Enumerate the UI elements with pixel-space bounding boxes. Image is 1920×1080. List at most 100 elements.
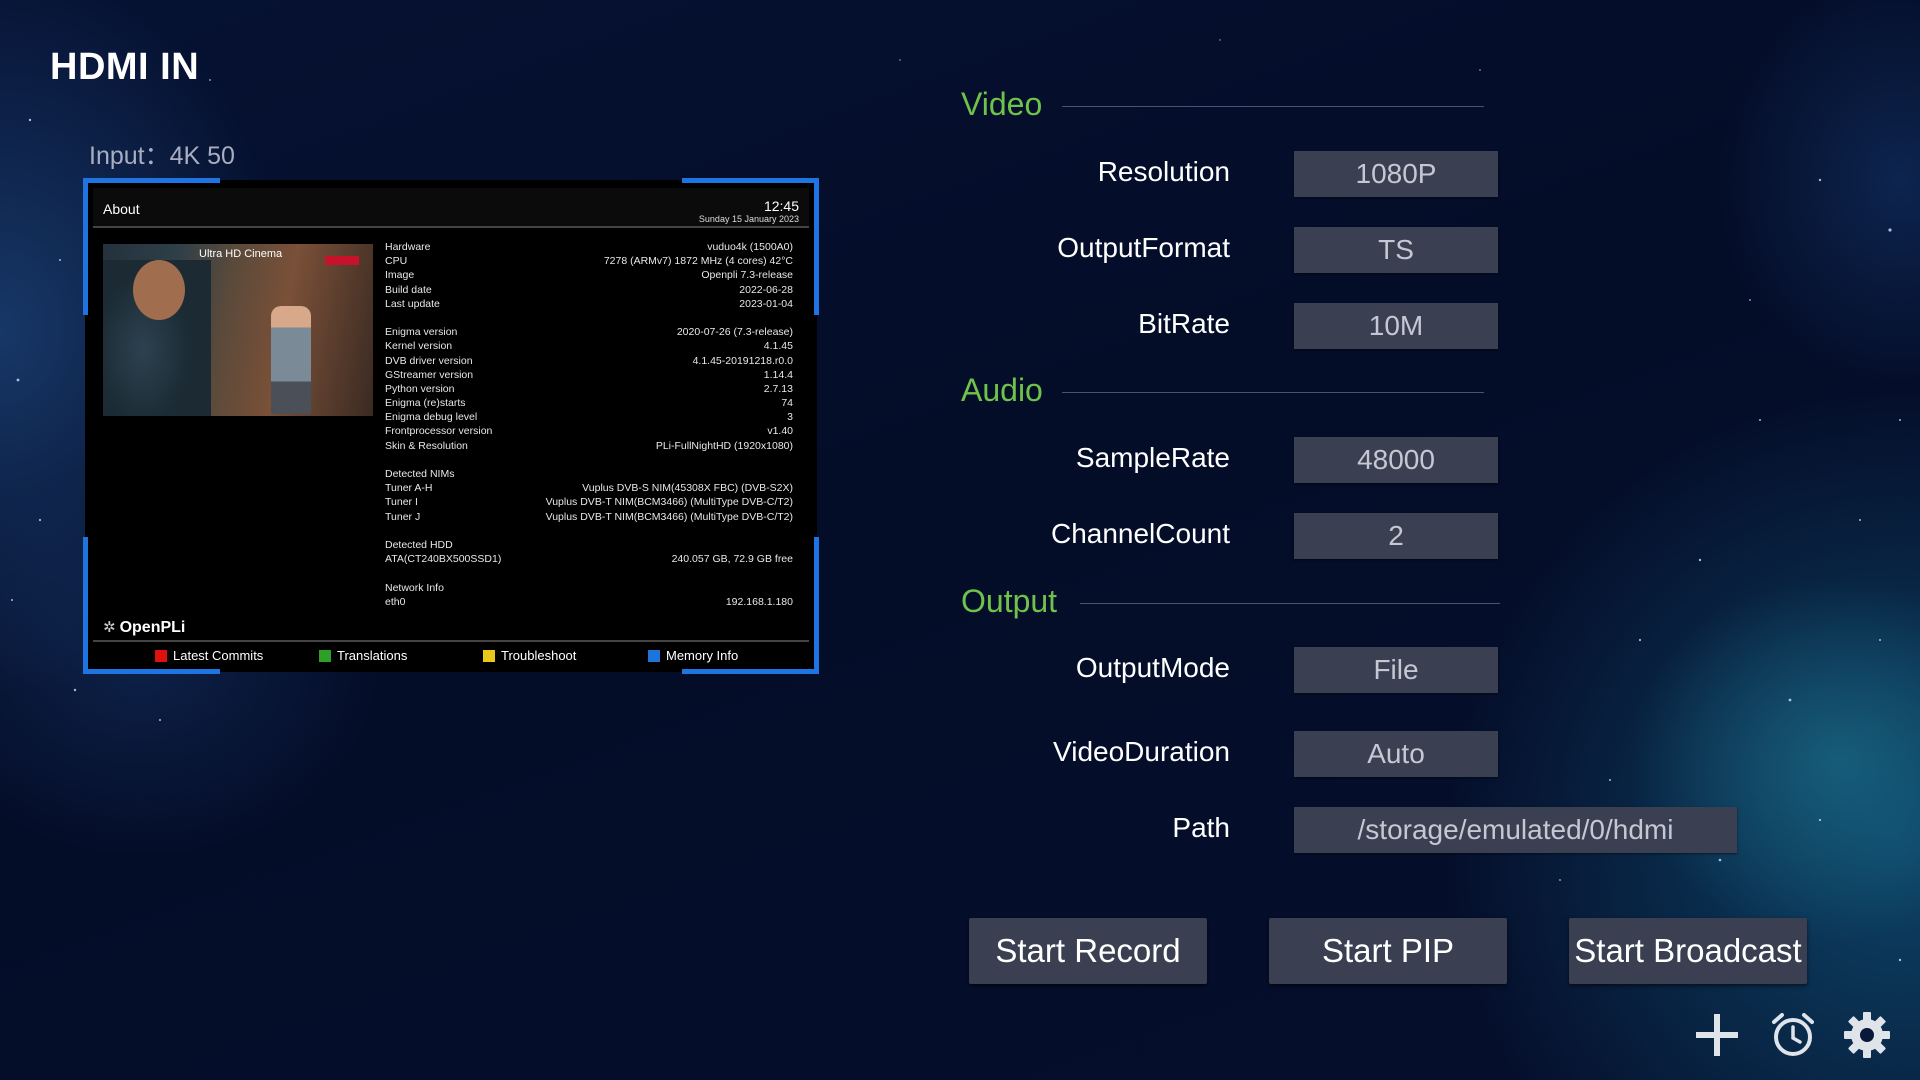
osd-info-key: Kernel version (385, 340, 453, 353)
input-status-label: Input：4K 50 (89, 142, 235, 170)
osd-info-key: Skin & Resolution (385, 439, 468, 452)
openpli-logo: ✲ OpenPLi (103, 619, 186, 636)
osd-info-value: 74 (781, 397, 793, 410)
section-divider (1080, 603, 1500, 604)
resolution-selector[interactable]: 1080P (1294, 151, 1498, 197)
osd-info-row: Detected NIMs (385, 467, 793, 481)
bitrate-label: BitRate (1138, 308, 1230, 339)
sample-rate-selector[interactable]: 48000 (1294, 437, 1498, 483)
osd-info-value: Vuplus DVB-T NIM(BCM3466) (MultiType DVB… (545, 496, 793, 509)
osd-info-value: PLi-FullNightHD (1920x1080) (655, 439, 793, 452)
osd-info-key: Detected HDD (385, 538, 453, 551)
app-title: HDMI IN (50, 46, 200, 88)
osd-info-value: vuduo4k (1500A0) (707, 241, 793, 253)
osd-info-key: Network Info (385, 581, 444, 594)
thumbnail-person (103, 260, 211, 416)
video-duration-selector[interactable]: Auto (1294, 731, 1498, 777)
osd-info-value: 7278 (ARMv7) 1872 MHz (4 cores) 42°C (603, 255, 793, 268)
output-mode-selector[interactable]: File (1294, 647, 1498, 693)
start-record-button[interactable]: Start Record (969, 918, 1207, 984)
output-mode-label: OutputMode (1075, 652, 1230, 683)
osd-info-value: 240.057 GB, 72.9 GB free (671, 553, 793, 566)
osd-info-key: Hardware (385, 241, 431, 253)
osd-video-thumbnail: Ultra HD Cinema (103, 244, 373, 416)
osd-info-value: 2020-07-26 (7.3-release) (676, 326, 793, 339)
osd-info-key: Enigma version (385, 326, 458, 339)
channel-logo-icon (325, 256, 359, 265)
osd-info-row: eth0 192.168.1.180 (385, 595, 793, 609)
osd-info-key: Tuner I (385, 496, 418, 509)
osd-info-value: 192.168.1.180 (725, 595, 793, 608)
footer-translations: Translations (319, 648, 407, 663)
output-format-selector[interactable]: TS (1294, 227, 1498, 273)
osd-info-value: 2023-01-04 (739, 297, 793, 310)
osd-info-row: Tuner A-H Vuplus DVB-S NIM(45308X FBC) (D… (385, 481, 793, 495)
osd-info-value: 2022-06-28 (739, 283, 793, 296)
hdmi-preview[interactable]: About 12:45 Sunday 15 January 2023 Ultra… (83, 178, 819, 674)
start-pip-button[interactable]: Start PIP (1269, 918, 1507, 984)
osd-info-row: Last update 2023-01-04 (385, 297, 793, 311)
channel-count-selector[interactable]: 2 (1294, 513, 1498, 559)
output-format-label: OutputFormat (1057, 232, 1230, 263)
osd-info-row: Tuner I Vuplus DVB-T NIM(BCM3466) (MultiT… (385, 495, 793, 509)
section-divider (1062, 106, 1484, 107)
osd-info-row: Network Info (385, 581, 793, 595)
osd-info-row: Tuner J Vuplus DVB-T NIM(BCM3466) (MultiT… (385, 510, 793, 524)
osd-info-list: Hardware vuduo4k (1500A0) CPU 7278 (ARMv7) … (385, 240, 793, 609)
gear-icon[interactable] (1842, 1010, 1892, 1060)
osd-info-row: Enigma debug level 3 (385, 410, 793, 424)
bitrate-selector[interactable]: 10M (1294, 303, 1498, 349)
osd-date: Sunday 15 January 2023 (698, 214, 799, 224)
start-broadcast-button[interactable]: Start Broadcast (1569, 918, 1807, 984)
osd-title: About (103, 201, 140, 217)
channel-count-label: ChannelCount (1050, 518, 1230, 549)
osd-info-row: GStreamer version 1.14.4 (385, 368, 793, 382)
resolution-label: Resolution (1097, 156, 1230, 187)
thumbnail-caption: Ultra HD Cinema (199, 248, 283, 260)
osd-info-key: ATA(CT240BX500SSD1) (385, 553, 502, 566)
osd-footer: Latest Commits Translations Troubleshoot… (93, 640, 809, 666)
osd-info-value: v1.40 (767, 425, 793, 438)
osd-info-row: Python version 2.7.13 (385, 382, 793, 396)
path-input[interactable]: /storage/emulated/0/hdmi (1294, 807, 1737, 853)
yellow-key-icon (483, 649, 495, 662)
osd-time: 12:45 (763, 198, 799, 214)
osd-info-row: Image Openpli 7.3-release (385, 268, 793, 282)
osd-info-value: Vuplus DVB-T NIM(BCM3466) (MultiType DVB… (545, 510, 793, 523)
osd-info-key: eth0 (385, 595, 406, 608)
footer-troubleshoot: Troubleshoot (483, 648, 576, 663)
osd-info-value: 4.1.45 (763, 340, 793, 353)
osd-info-key: GStreamer version (385, 368, 474, 381)
osd-info-row: Frontprocessor version v1.40 (385, 424, 793, 438)
osd-info-key: Detected NIMs (385, 468, 455, 480)
osd-info-row: Enigma (re)starts 74 (385, 396, 793, 410)
osd-info-row: Hardware vuduo4k (1500A0) (385, 240, 793, 254)
section-output-title: Output (961, 583, 1058, 619)
osd-info-row: DVB driver version 4.1.45-20191218.r0.0 (385, 354, 793, 368)
osd-info-value: 3 (787, 411, 793, 424)
osd-info-row: CPU 7278 (ARMv7) 1872 MHz (4 cores) 42°C (385, 254, 793, 268)
sample-rate-label: SampleRate (1075, 442, 1230, 473)
osd-info-row: ATA(CT240BX500SSD1) 240.057 GB, 72.9 GB f… (385, 552, 793, 566)
plus-icon[interactable] (1692, 1010, 1742, 1060)
osd-info-value: 1.14.4 (763, 368, 793, 381)
osd-info-row: Skin & Resolution PLi-FullNightHD (1920x1… (385, 439, 793, 453)
osd-info-value: 2.7.13 (763, 382, 793, 395)
osd-info-key: Last update (385, 297, 440, 310)
section-divider (1062, 392, 1484, 393)
green-key-icon (319, 649, 331, 662)
path-label: Path (1172, 812, 1230, 843)
osd-info-row: Kernel version 4.1.45 (385, 339, 793, 353)
osd-info-key: CPU (385, 255, 408, 268)
osd-info-value: Vuplus DVB-S NIM(45308X FBC) (DVB-S2X) (582, 482, 793, 495)
section-video-title: Video (961, 86, 1043, 122)
openpli-logo-icon: ✲ (103, 619, 116, 636)
blue-key-icon (648, 649, 660, 662)
footer-latest-commits: Latest Commits (155, 648, 263, 663)
alarm-clock-icon[interactable] (1768, 1010, 1818, 1060)
osd-info-key: Tuner J (385, 510, 421, 523)
video-duration-label: VideoDuration (1053, 736, 1230, 767)
preview-osd-screen: About 12:45 Sunday 15 January 2023 Ultra… (93, 188, 809, 664)
osd-info-row: Build date 2022-06-28 (385, 283, 793, 297)
osd-info-row: Detected HDD (385, 538, 793, 552)
